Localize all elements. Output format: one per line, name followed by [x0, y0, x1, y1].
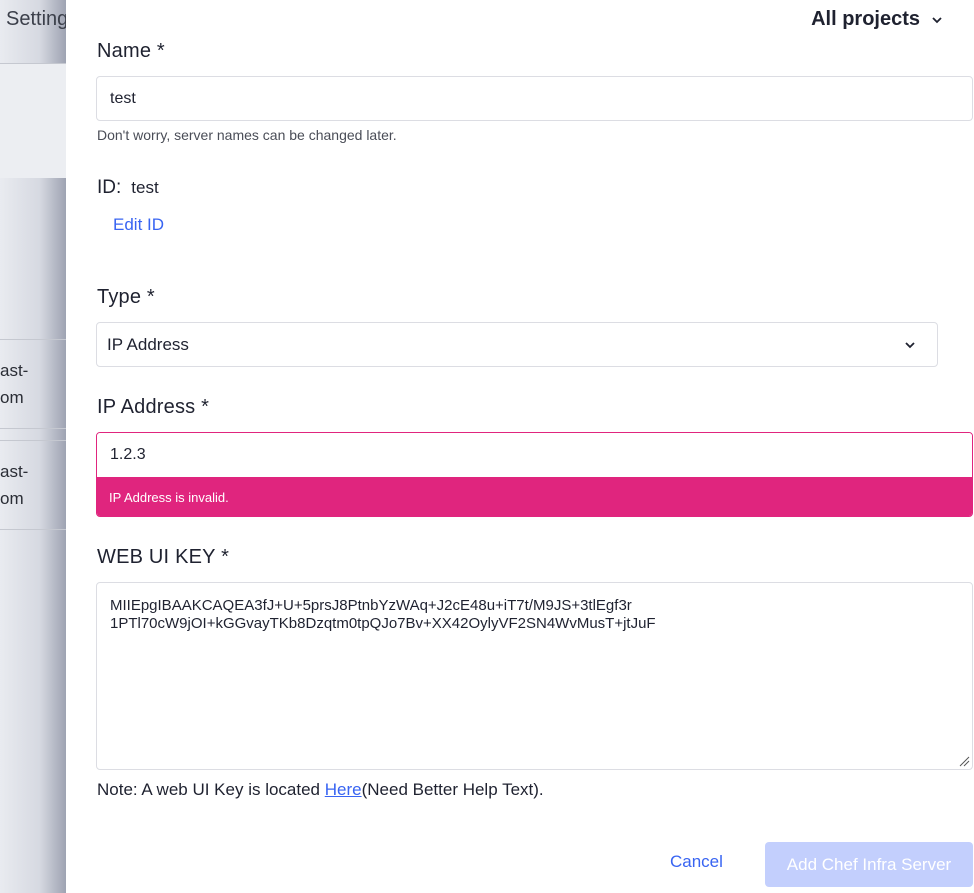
- bg-settings-title: Setting: [6, 8, 66, 30]
- id-row: ID: test: [97, 177, 159, 199]
- id-label: ID:: [97, 177, 122, 198]
- cancel-button[interactable]: Cancel: [670, 852, 723, 872]
- ip-address-field-group: 1.2.3 IP Address is invalid.: [96, 432, 973, 517]
- web-ui-key-label: WEB UI KEY *: [97, 546, 230, 568]
- bg-divider: [0, 428, 66, 429]
- chevron-down-icon: [905, 341, 915, 348]
- id-value: test: [131, 178, 159, 197]
- note-suffix: (Need Better Help Text).: [361, 780, 544, 799]
- web-ui-key-textarea[interactable]: MIIEpgIBAAKCAQEA3fJ+U+5prsJ8PtnbYzWAq+J2…: [96, 582, 973, 770]
- edit-id-link[interactable]: Edit ID: [113, 215, 164, 235]
- project-switcher[interactable]: All projects: [811, 8, 944, 31]
- bg-row-text: om: [0, 489, 24, 508]
- bg-row-text: ast-: [0, 361, 29, 380]
- type-select[interactable]: IP Address: [96, 322, 938, 367]
- add-server-panel: All projects Name * Don't worry, server …: [66, 0, 974, 893]
- bg-header-band: [0, 64, 66, 178]
- bg-divider: [0, 339, 66, 340]
- bg-row-text: om: [0, 388, 24, 407]
- chevron-down-icon: [932, 16, 942, 23]
- type-label: Type *: [97, 286, 155, 308]
- name-label: Name *: [97, 40, 165, 62]
- web-ui-key-note: Note: A web UI Key is located Here(Need …: [97, 780, 544, 800]
- note-prefix: Note: A web UI Key is located: [97, 780, 325, 799]
- ip-address-label: IP Address *: [97, 396, 210, 418]
- screen: Setting ast- om ast- om All projects Nam…: [0, 0, 974, 893]
- ip-address-input[interactable]: 1.2.3: [97, 433, 972, 477]
- name-input[interactable]: [96, 76, 973, 121]
- bg-divider: [0, 440, 66, 441]
- add-chef-infra-server-button[interactable]: Add Chef Infra Server: [765, 842, 973, 887]
- bg-row-text: ast-: [0, 462, 29, 481]
- name-hint: Don't worry, server names can be changed…: [97, 127, 397, 143]
- background-page: Setting ast- om ast- om: [0, 0, 66, 893]
- web-ui-key-line: MIIEpgIBAAKCAQEA3fJ+U+5prsJ8PtnbYzWAq+J2…: [110, 597, 632, 614]
- note-help-link[interactable]: Here: [325, 780, 362, 799]
- web-ui-key-line: 1PTl70cW9jOI+kGGvayTKb8Dzqtm0tpQJo7Bv+XX…: [110, 615, 656, 632]
- type-select-value: IP Address: [107, 334, 189, 354]
- resize-grip-icon[interactable]: [958, 755, 970, 767]
- bg-divider: [0, 529, 66, 530]
- ip-address-error: IP Address is invalid.: [97, 477, 972, 516]
- project-switcher-label: All projects: [811, 8, 920, 30]
